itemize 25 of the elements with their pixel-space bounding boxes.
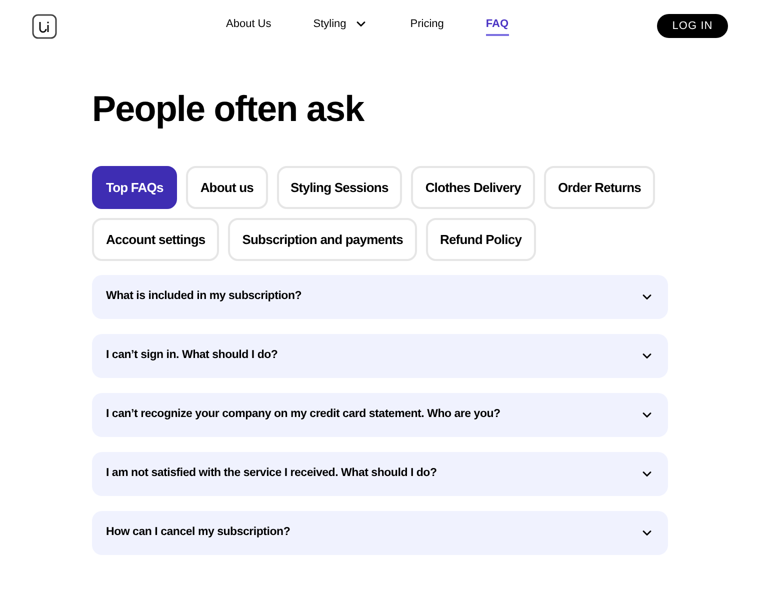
nav-link[interactable]: Pricing [410,16,444,36]
category-tab[interactable]: Account settings [92,218,220,261]
nav-link[interactable]: About Us [226,16,272,36]
login-button[interactable]: LOG IN [657,14,728,38]
category-tab[interactable]: About us [186,166,268,209]
faq-question: I can’t recognize your company on my credit card statement. Who are you? [106,407,500,422]
category-tab[interactable]: Top FAQs [92,166,178,209]
faq-item[interactable]: I can’t sign in. What should I do? [92,334,668,378]
faq-item[interactable]: I can’t recognize your company on my credit card statement. Who are you? [92,393,668,437]
category-tab[interactable]: Refund Policy [426,218,536,261]
faq-item[interactable]: How can I cancel my subscription? [92,511,668,555]
category-tab[interactable]: Order Returns [544,166,656,209]
faq-question: How can I cancel my subscription? [106,525,290,540]
faq-question: I can’t sign in. What should I do? [106,348,278,364]
nav-link[interactable]: Styling [313,16,368,36]
faq-item[interactable]: What is included in my subscription? [92,275,668,319]
category-tab[interactable]: Clothes Delivery [411,166,535,209]
category-tab[interactable]: Subscription and payments [228,218,417,261]
logo-icon[interactable] [32,14,57,38]
page-heading: People often ask [92,87,366,131]
faq-question: I am not satisfied with the service I received. What should I do? [106,466,437,482]
category-tab[interactable]: Styling Sessions [276,166,402,209]
faq-question: What is included in my subscription? [106,289,302,304]
faq-item[interactable]: I am not satisfied with the service I received. What should I do? [92,452,668,496]
nav-link[interactable]: FAQ [486,16,509,36]
